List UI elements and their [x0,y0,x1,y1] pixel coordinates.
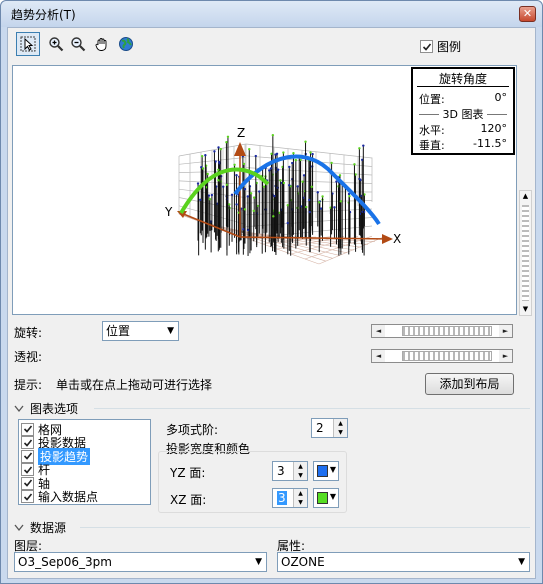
chevron-down-icon: ▼ [167,326,174,336]
option-checkbox[interactable] [21,422,34,436]
xz-color-picker[interactable]: ▼ [313,488,339,508]
chevron-down-icon: ▼ [518,557,525,567]
layer-value: O3_Sep06_3pm [18,555,112,569]
select-arrow-icon[interactable] [16,32,40,56]
chevron-down-icon: ▼ [255,557,262,567]
option-label: 输入数据点 [38,490,99,504]
perspective-slider[interactable]: ◄ ► [371,349,513,363]
option-checkbox[interactable] [21,476,34,490]
yz-width-stepper[interactable]: 3 ▲ ▼ [272,461,308,481]
polynomial-order-value: 2 [316,421,324,435]
position-label: 位置: [419,93,445,106]
legend-label: 图例 [437,40,462,54]
close-icon: ✕ [522,7,533,20]
y-axis-label: Y [164,205,173,219]
data-source-header[interactable]: 数据源 [14,519,66,536]
legend-checkbox[interactable]: 图例 [420,38,461,55]
pan-hand-icon[interactable] [92,34,112,54]
title-bar[interactable]: 趋势分析(T) ✕ [1,1,542,27]
option-checkbox[interactable] [21,449,34,463]
yz-label: YZ 面: [170,466,206,480]
attribute-dropdown[interactable]: OZONE ▼ [277,552,530,572]
chart-options-header[interactable]: 图表选项 [14,400,78,417]
chart-options-title: 图表选项 [30,402,79,416]
chevron-down-icon: ▼ [329,465,336,474]
z-axis-label: Z [237,126,245,140]
option-checkbox[interactable] [21,490,34,503]
rotation-angle-panel: 旋转角度 位置: 0° 3D 图表 水平: 120° 垂直: -11.5° [411,67,515,155]
xz-width-value: 3 [277,491,287,505]
zoom-out-icon[interactable] [68,34,88,54]
angle-panel-title: 旋转角度 [438,72,487,86]
collapse-chevron-icon[interactable] [14,405,24,413]
close-button[interactable]: ✕ [519,6,536,22]
polynomial-order-label: 多项式阶: [166,423,219,437]
rotate-dropdown[interactable]: 位置 ▼ [102,321,179,341]
add-to-layout-button[interactable]: 添加到布局 [425,373,514,395]
chart-options-list[interactable]: 格网 投影数据 投影趋势杆轴输入数据点 [18,419,151,505]
window-title: 趋势分析(T) [11,8,76,22]
xz-color-swatch [317,492,328,504]
attribute-value: OZONE [281,555,325,569]
yz-color-swatch [317,465,328,477]
chart-option-item[interactable]: 投影趋势 [21,447,91,465]
legend-check-box[interactable] [420,40,433,53]
vertical-value: -11.5° [473,137,507,150]
option-checkbox[interactable] [21,463,34,476]
layer-dropdown[interactable]: O3_Sep06_3pm ▼ [14,552,267,572]
slider-left-icon[interactable]: ◄ [372,350,385,362]
trend-analysis-window: 趋势分析(T) ✕ 图例 Z Y X 旋转角度 位置: 0° 3D 图表 水平:… [0,0,543,584]
data-source-title: 数据源 [30,521,67,535]
vertical-label: 垂直: [419,139,445,152]
rotate-value: 位置 [106,324,131,338]
horizontal-label: 水平: [419,124,445,137]
rotate-label: 旋转: [14,326,43,340]
yz-width-value: 3 [277,464,285,478]
stepper-arrows-icon[interactable]: ▲ ▼ [293,489,307,507]
option-checkbox[interactable] [21,436,34,449]
x-axis-label: X [393,232,401,246]
slider-right-icon[interactable]: ► [499,325,512,337]
hint-label: 提示: [14,378,43,392]
chart-option-item[interactable]: 输入数据点 [21,490,98,504]
slider-right-icon[interactable]: ► [499,350,512,362]
perspective-label: 透视: [14,350,43,364]
stepper-arrows-icon[interactable]: ▲ ▼ [293,462,307,480]
slider-left-icon[interactable]: ◄ [372,325,385,337]
position-value: 0° [494,91,508,104]
xz-width-stepper[interactable]: 3 ▲ ▼ [272,488,308,508]
horizontal-value: 120° [480,122,508,135]
zoom-in-icon[interactable] [46,34,66,54]
globe-icon[interactable] [116,34,136,54]
stepper-arrows-icon[interactable]: ▲ ▼ [333,419,347,437]
rotation-slider[interactable]: ◄ ► [371,324,513,338]
chart-3d-label: 3D 图表 [442,108,484,121]
polynomial-order-stepper[interactable]: 2 ▲ ▼ [311,418,348,438]
chevron-down-icon: ▼ [329,492,336,501]
xz-label: XZ 面: [170,493,207,507]
collapse-chevron-icon[interactable] [14,524,24,532]
hint-text: 单击或在点上拖动可进行选择 [56,378,213,392]
vertical-angle-slider[interactable]: ▲ ▼ [519,190,532,316]
yz-color-picker[interactable]: ▼ [313,461,339,481]
trend-plot-area[interactable]: Z Y X 旋转角度 位置: 0° 3D 图表 水平: 120° 垂直: -11… [12,65,517,315]
dialog-body: 图例 Z Y X 旋转角度 位置: 0° 3D 图表 水平: 120° 垂直: … [7,27,536,579]
